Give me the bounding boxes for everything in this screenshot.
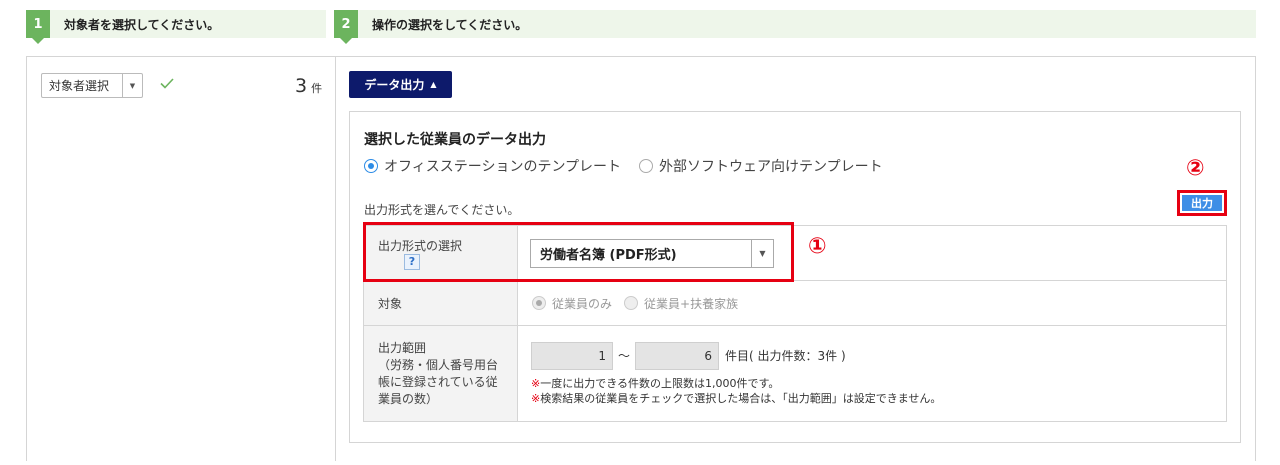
chevron-down-icon: ▼ [122,74,142,97]
target-option-label: 従業員+扶養家族 [644,296,739,311]
step-1-bar: 1 対象者を選択してください。 [26,10,326,44]
target-select-value: 対象者選択 [49,79,110,93]
range-label-cell: 出力範囲 （労務・個人番号用台 帳に登録されている従 業員の数） [363,325,518,422]
target-radio-group: 従業員のみ 従業員+扶養家族 [532,295,1226,312]
check-icon [160,78,174,89]
range-label-desc: 業員の数） [378,391,439,406]
format-select-value: 労働者名簿 (PDF形式) [540,247,677,263]
data-output-panel: 選択した従業員のデータ出力 オフィスステーションのテンプレート 外部ソフトウェア… [349,111,1241,443]
format-row: 出力形式の選択 ? 労働者名簿 (PDF形式) ▼ [363,225,1227,281]
chevron-down-icon: ▼ [751,239,773,267]
note-mark: ※ [531,376,541,390]
output-button-highlight: 出力 [1177,190,1227,216]
format-label-cell: 出力形式の選択 ? [363,225,518,281]
template-radio-external[interactable] [639,159,654,173]
format-value-cell: 労働者名簿 (PDF形式) ▼ [517,225,1227,281]
note-text: 一度に出力できる件数の上限数は1,000件です。 [540,376,780,390]
target-label: 対象 [363,280,518,326]
template-radio-office-station[interactable] [364,159,378,173]
step-2-number: 2 [334,10,358,44]
range-tilde: ～ [618,349,631,363]
output-settings-table: 出力形式の選択 ? 労働者名簿 (PDF形式) ▼ 対象 従業員のみ 従業員+扶… [363,225,1227,422]
step-2-label: 操作の選択をしてください。 [372,17,528,32]
target-radio-employee-only [532,296,546,310]
template-option-label: オフィスステーションのテンプレート [384,159,622,175]
range-value-cell: 1 ～ 6 件目( 出力件数：3件 ) ※一度に出力できる件数の上限数は1,00… [517,325,1227,422]
help-icon[interactable]: ? [404,253,420,270]
range-from-input[interactable]: 1 [531,341,613,370]
note-line: ※検索結果の従業員をチェックで選択した場合は、「出力範囲」は設定できません。 [531,391,1226,406]
target-row: 対象 従業員のみ 従業員+扶養家族 [363,280,1227,326]
range-label-desc: （労務・個人番号用台 [378,357,499,372]
target-radio-with-dependents [624,296,639,310]
range-label-desc: 帳に登録されている従 [378,374,498,389]
range-inputs: 1 ～ 6 件目( 出力件数：3件 ) [531,341,1226,370]
note-line: ※一度に出力できる件数の上限数は1,000件です。 [531,376,1226,391]
range-suffix: 件目( 出力件数：3件 ) [725,349,846,363]
range-row: 出力範囲 （労務・個人番号用台 帳に登録されている従 業員の数） 1 ～ 6 件… [363,325,1227,422]
format-note: 出力形式を選んでください。 [364,203,520,217]
target-option-with-dependents: 従業員+扶養家族 [624,295,738,312]
range-notes: ※一度に出力できる件数の上限数は1,000件です。 ※検索結果の従業員をチェック… [531,376,1226,406]
selected-count-unit: 件 [311,82,323,95]
target-select[interactable]: 対象者選択 ▼ [41,73,143,98]
target-panel: 対象者選択 ▼ 3 件 [27,57,336,461]
caret-up-icon: ▲ [430,80,437,89]
note-text: 検索結果の従業員をチェックで選択した場合は、「出力範囲」は設定できません。 [540,391,942,405]
data-output-button[interactable]: データ出力 ▲ [349,71,452,98]
template-option-external[interactable]: 外部ソフトウェア向けテンプレート [639,156,883,176]
template-option-label: 外部ソフトウェア向けテンプレート [659,159,883,175]
selected-count-number: 3 [295,75,308,97]
range-to-input[interactable]: 6 [635,341,720,370]
step-2-bar: 2 操作の選択をしてください。 [334,10,1256,44]
target-value-cell: 従業員のみ 従業員+扶養家族 [517,280,1227,326]
selected-count: 3 件 [295,75,322,97]
format-label: 出力形式の選択 [378,238,463,253]
annotation-1: ① [808,234,827,259]
output-button[interactable]: 出力 [1182,195,1222,211]
panel-title: 選択した従業員のデータ出力 [364,132,546,148]
annotation-2: ② [1186,156,1205,181]
target-option-label: 従業員のみ [552,296,613,311]
range-label: 出力範囲 [378,340,427,355]
note-mark: ※ [531,391,541,405]
step-1-number: 1 [26,10,50,44]
data-output-label: データ出力 [364,78,425,92]
step-1-label: 対象者を選択してください。 [64,17,220,32]
format-select[interactable]: 労働者名簿 (PDF形式) ▼ [530,238,774,268]
template-radio-group: オフィスステーションのテンプレート 外部ソフトウェア向けテンプレート [364,156,883,176]
